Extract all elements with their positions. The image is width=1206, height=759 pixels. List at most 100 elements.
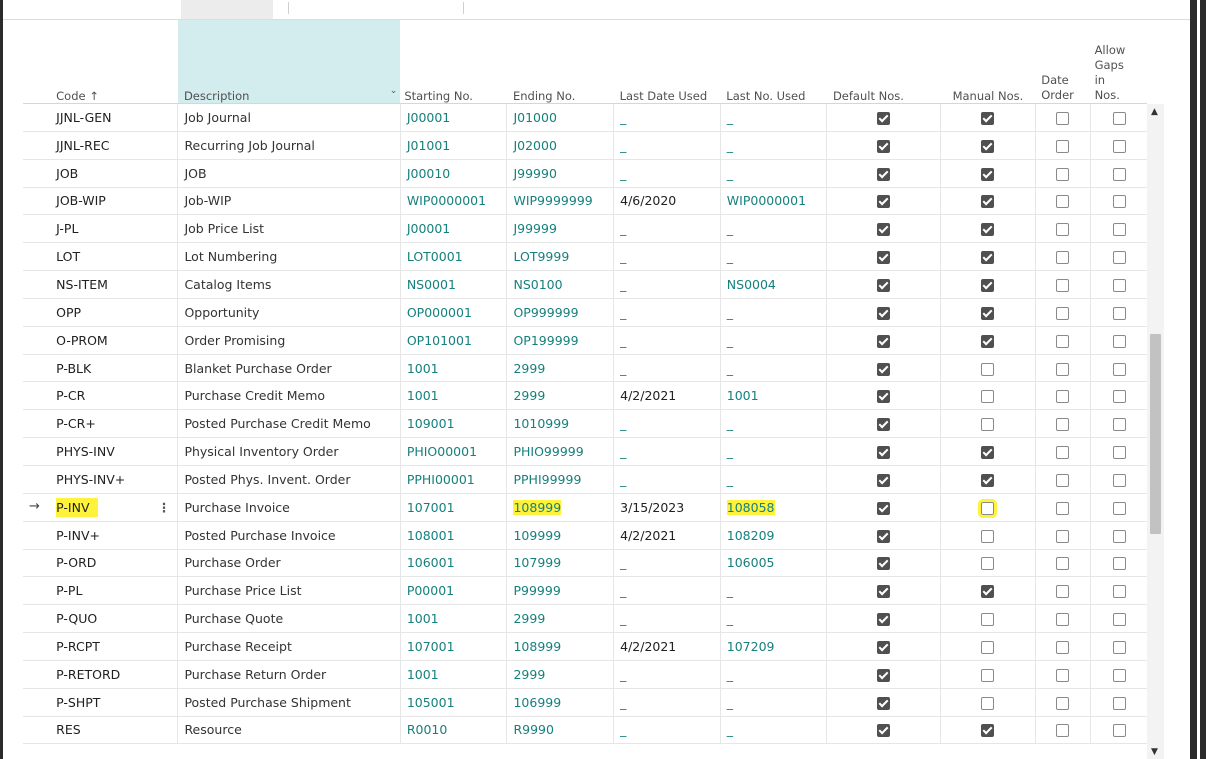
code-cell[interactable]: LOT [50, 242, 151, 272]
starting-no-cell[interactable]: PHIO00001 [399, 437, 507, 466]
row-menu-cell[interactable] [150, 604, 178, 634]
starting-no-value[interactable]: PHIO00001 [401, 444, 506, 459]
allow-gaps-checkbox[interactable] [1112, 529, 1126, 543]
allow-gaps-checkbox[interactable] [1112, 696, 1126, 710]
ending-no-value[interactable]: 2999 [513, 611, 545, 626]
date-order-checkbox[interactable] [1056, 613, 1070, 627]
ending-no-cell[interactable]: 108999 [506, 632, 614, 661]
starting-no-cell[interactable]: 106001 [399, 549, 507, 578]
allow-gaps-checkbox[interactable] [1112, 585, 1126, 599]
scroll-down-icon[interactable]: ▼ [1151, 747, 1158, 757]
last-no-used-value[interactable]: _ [727, 361, 733, 376]
default-nos-checkbox[interactable] [877, 529, 891, 543]
table-row[interactable]: LOT Lot Numbering LOT0001 LOT9999 _ _ [23, 242, 1147, 272]
ending-no-cell[interactable]: J01000 [506, 103, 614, 132]
starting-no-cell[interactable]: PPHI00001 [399, 465, 507, 494]
table-row[interactable]: P-PL Purchase Price List P00001 P99999 _ _ [23, 576, 1147, 606]
allow-gaps-checkbox[interactable] [1112, 557, 1126, 571]
last-date-used-cell[interactable]: _ [613, 326, 721, 355]
date-order-checkbox[interactable] [1056, 195, 1070, 209]
ending-no-cell[interactable]: 108999 [506, 493, 614, 522]
last-date-used-cell[interactable]: _ [613, 409, 721, 439]
date-order-checkbox[interactable] [1056, 306, 1070, 320]
table-row[interactable]: P-RETORD Purchase Return Order 1001 2999 _ _ [23, 660, 1147, 689]
code-cell[interactable]: P-PL [50, 576, 151, 606]
row-selector[interactable] [23, 437, 51, 466]
last-date-used-cell[interactable]: 4/2/2021 [613, 381, 721, 411]
row-menu-cell[interactable] [150, 298, 178, 327]
last-date-used-cell[interactable]: _ [613, 549, 721, 578]
code-cell[interactable]: NS-ITEM [50, 270, 151, 299]
starting-no-cell[interactable]: J00010 [399, 159, 507, 188]
last-no-used-cell[interactable]: _ [719, 298, 827, 327]
ending-no-value[interactable]: J99999 [513, 221, 556, 236]
last-no-used-cell[interactable]: 108209 [719, 521, 827, 550]
last-no-used-cell[interactable]: _ [719, 716, 827, 745]
manual-nos-checkbox[interactable] [981, 585, 995, 599]
last-no-used-value[interactable]: _ [727, 722, 733, 737]
table-row[interactable]: P-ORD Purchase Order 106001 107999 _ 106005 [23, 549, 1147, 578]
row-selector[interactable] [23, 131, 51, 160]
last-no-used-cell[interactable]: _ [719, 576, 827, 606]
starting-no-value[interactable]: J00001 [401, 110, 506, 125]
code-cell[interactable]: PHYS-INV [50, 437, 151, 466]
last-date-used-cell[interactable]: _ [613, 437, 721, 466]
manual-nos-checkbox[interactable] [981, 111, 995, 125]
header-description[interactable]: Description ⌄ [177, 20, 401, 104]
starting-no-cell[interactable]: 105001 [399, 688, 507, 717]
header-manual-nos[interactable]: Manual Nos. [940, 20, 1036, 104]
last-no-used-value[interactable]: _ [727, 667, 733, 682]
last-date-used-cell[interactable]: _ [613, 270, 721, 299]
ending-no-cell[interactable]: J99990 [506, 159, 614, 188]
table-row[interactable]: NS-ITEM Catalog Items NS0001 NS0100 _ NS0004 [23, 270, 1147, 299]
row-selector[interactable] [23, 409, 51, 439]
code-cell[interactable]: P-CR+ [50, 409, 151, 439]
row-selector[interactable] [23, 716, 51, 745]
allow-gaps-checkbox[interactable] [1112, 473, 1126, 487]
manual-nos-checkbox[interactable] [981, 251, 995, 265]
row-menu-cell[interactable] [150, 576, 178, 606]
row-selector[interactable] [23, 103, 51, 132]
allow-gaps-checkbox[interactable] [1112, 195, 1126, 209]
description-cell[interactable]: Physical Inventory Order [177, 437, 401, 466]
table-row[interactable]: OPP Opportunity OP000001 OP999999 _ _ [23, 298, 1147, 327]
starting-no-value[interactable]: 107001 [401, 639, 506, 654]
manual-nos-checkbox[interactable] [981, 139, 995, 153]
row-selector[interactable] [23, 632, 51, 661]
last-no-used-value[interactable]: _ [727, 695, 733, 710]
last-no-used-cell[interactable]: _ [719, 242, 827, 272]
table-row[interactable]: J-PL Job Price List J00001 J99999 _ _ [23, 214, 1147, 244]
last-date-used-cell[interactable]: _ [613, 576, 721, 606]
code-cell[interactable]: P-RETORD [50, 660, 151, 689]
starting-no-cell[interactable]: 1001 [399, 354, 507, 383]
date-order-checkbox[interactable] [1056, 501, 1070, 515]
description-cell[interactable]: Posted Purchase Credit Memo [177, 409, 401, 439]
ending-no-value[interactable]: 109999 [513, 528, 561, 543]
date-order-checkbox[interactable] [1056, 167, 1070, 181]
default-nos-checkbox[interactable] [877, 195, 891, 209]
row-menu-cell[interactable] [150, 354, 178, 383]
date-order-checkbox[interactable] [1056, 529, 1070, 543]
last-no-used-value[interactable]: 1001 [727, 388, 759, 403]
description-cell[interactable]: Lot Numbering [177, 242, 401, 272]
table-row[interactable]: RES Resource R0010 R9990 _ _ [23, 716, 1147, 745]
last-no-used-value[interactable]: 106005 [727, 555, 775, 570]
row-menu-cell[interactable] [150, 326, 178, 355]
last-no-used-cell[interactable]: 1001 [719, 381, 827, 411]
last-no-used-cell[interactable]: _ [719, 660, 827, 689]
table-row[interactable]: P-BLK Blanket Purchase Order 1001 2999 _ _ [23, 354, 1147, 383]
last-no-used-value[interactable]: _ [727, 333, 733, 348]
row-menu-cell[interactable] [150, 688, 178, 717]
starting-no-value[interactable]: 1001 [401, 388, 506, 403]
ending-no-value[interactable]: PHIO99999 [513, 444, 583, 459]
ending-no-value[interactable]: J99990 [513, 166, 556, 181]
manual-nos-checkbox[interactable] [981, 223, 995, 237]
date-order-checkbox[interactable] [1056, 473, 1070, 487]
last-no-used-cell[interactable]: 108058 [719, 493, 827, 522]
code-cell[interactable]: O-PROM [50, 326, 151, 355]
scrollbar-thumb[interactable] [1150, 334, 1161, 534]
last-no-used-cell[interactable]: WIP0000001 [719, 187, 827, 216]
header-last-date-used[interactable]: Last Date Used [613, 20, 721, 104]
ending-no-cell[interactable]: WIP9999999 [506, 187, 614, 216]
ending-no-cell[interactable]: 106999 [506, 688, 614, 717]
